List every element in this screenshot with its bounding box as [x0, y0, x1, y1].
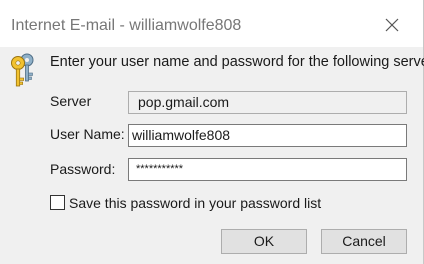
close-button[interactable]	[375, 10, 409, 40]
ok-button[interactable]: OK	[221, 229, 307, 254]
save-password-label[interactable]: Save this password in your password list	[69, 195, 321, 211]
server-label: Server	[50, 93, 92, 109]
cancel-button[interactable]: Cancel	[321, 229, 407, 254]
title-bar: Internet E-mail - williamwolfe808	[0, 0, 423, 47]
username-field[interactable]: williamwolfe808	[128, 124, 407, 147]
close-icon	[385, 18, 399, 32]
key-icon	[8, 52, 40, 88]
password-field[interactable]: ***********	[128, 158, 407, 181]
server-field: pop.gmail.com	[128, 91, 407, 114]
username-label: User Name:	[50, 126, 125, 142]
password-label: Password:	[50, 161, 116, 177]
instruction-text: Enter your user name and password for th…	[50, 54, 424, 70]
window-title: Internet E-mail - williamwolfe808	[11, 17, 242, 34]
credentials-dialog: Internet E-mail - williamwolfe808 Enter …	[0, 0, 424, 264]
save-password-checkbox[interactable]	[50, 195, 65, 210]
